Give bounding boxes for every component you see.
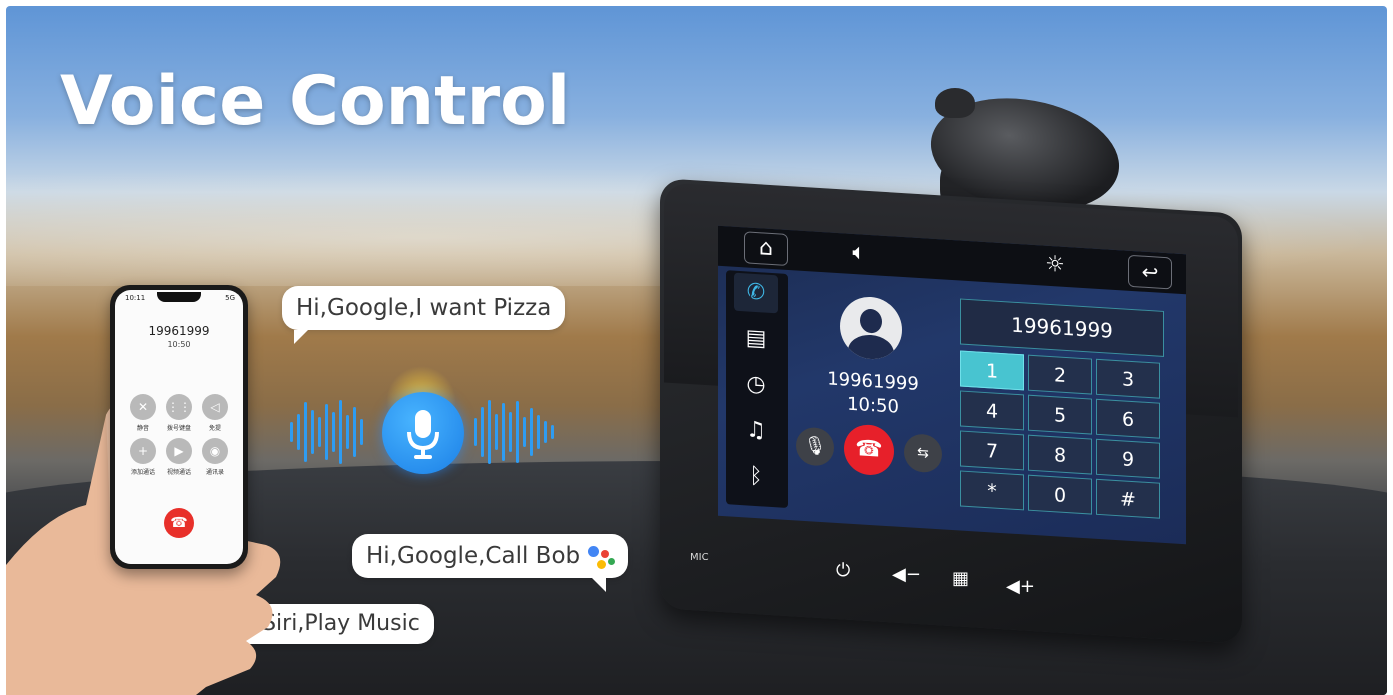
key-3[interactable]: 3 <box>1096 358 1160 399</box>
avatar-body <box>848 333 894 361</box>
sidebar-item-bluetooth[interactable]: ᛒ <box>734 457 778 498</box>
key-9[interactable]: 9 <box>1096 438 1160 479</box>
phone-status-bar: 10:11 5G <box>115 294 243 304</box>
sidebar-item-music[interactable]: ♫ <box>734 411 778 452</box>
phone-keypad-label: 拨号键盘 <box>166 425 191 432</box>
key-1[interactable]: 1 <box>960 350 1024 391</box>
key-8[interactable]: 8 <box>1028 434 1092 475</box>
home-icon: ⌂ <box>759 235 773 262</box>
phone-mute-label: 静音 <box>136 425 149 432</box>
speech-bubble-call-bob: Hi,Google,Call Bob <box>352 534 629 592</box>
smartphone: 10:11 5G 19961999 10:50 ✕ 静音 ⋮⋮ 拨号键盘 ◁ 免… <box>110 285 248 569</box>
volume-down-icon: ◀− <box>892 564 921 585</box>
key-0[interactable]: 0 <box>1028 474 1092 515</box>
volume-up-button[interactable]: ◀+ <box>1006 576 1035 597</box>
dial-keypad: 19961999 1 2 3 4 5 6 7 8 9 * 0 # <box>960 298 1166 519</box>
key-4[interactable]: 4 <box>960 390 1024 431</box>
contacts-book-icon: ▤ <box>745 325 767 352</box>
phone-contacts-button[interactable]: ◉ 通讯录 <box>197 438 233 476</box>
microphone-icon <box>407 410 439 459</box>
call-duration: 10:50 <box>847 393 899 418</box>
speech-text-pizza: Hi,Google,I want Pizza <box>296 295 552 321</box>
power-button[interactable]: ⏻ <box>836 560 850 581</box>
phone-icon: ✆ <box>746 279 766 306</box>
caller-avatar <box>840 295 902 361</box>
phone-end-call-button[interactable]: ☎ <box>164 508 194 538</box>
brightness-button[interactable]: ☼ <box>1034 249 1076 282</box>
keypad-icon: ⋮⋮ <box>166 394 192 420</box>
apps-grid-icon: ▦ <box>952 568 970 589</box>
back-button[interactable]: ↩ <box>1128 254 1172 290</box>
bluetooth-icon: ᛒ <box>749 463 763 490</box>
sidebar-item-contacts[interactable]: ▤ <box>734 319 778 360</box>
brightness-icon: ☼ <box>1045 251 1065 278</box>
switch-audio-button[interactable]: ⇆ <box>904 433 942 474</box>
contacts-icon: ◉ <box>202 438 228 464</box>
phone-speaker-label: 免提 <box>208 425 221 432</box>
key-6[interactable]: 6 <box>1096 398 1160 439</box>
phone-status-time: 10:11 <box>125 294 146 302</box>
sidebar-item-phone[interactable]: ✆ <box>734 272 778 314</box>
caller-number: 19961999 <box>827 368 919 395</box>
phone-keypad-button[interactable]: ⋮⋮ 拨号键盘 <box>161 394 197 432</box>
voice-mic-button <box>382 392 464 474</box>
back-arrow-icon: ↩ <box>1141 259 1159 285</box>
phone-video-call-label: 视频通话 <box>166 469 191 476</box>
end-call-button[interactable]: ☎ <box>844 423 894 477</box>
volume-down-button[interactable]: ◀− <box>892 564 921 585</box>
apps-button[interactable]: ▦ <box>952 568 969 589</box>
mute-mic-button[interactable]: 🎙︎ <box>796 426 834 467</box>
speech-text-call-bob: Hi,Google,Call Bob <box>366 543 581 569</box>
suction-cup-knob <box>935 88 975 118</box>
music-icon: ♫ <box>746 417 766 444</box>
speech-bubble-pizza: Hi,Google,I want Pizza <box>282 286 566 344</box>
key-2[interactable]: 2 <box>1028 354 1092 395</box>
phone-video-call-button[interactable]: ▶ 视频通话 <box>161 438 197 476</box>
sidebar-item-call-history[interactable]: ◷ <box>734 365 778 406</box>
car-display-screen: ⌂ 🔈︎ ☼ ↩ ✆ ▤ ◷ ♫ ᛒ 19961999 10:50 🎙︎ ☎ ⇆… <box>718 225 1186 545</box>
volume-up-icon: ◀+ <box>1006 576 1035 597</box>
phone-caller-number: 19961999 <box>148 324 210 338</box>
keypad-display: 19961999 <box>960 298 1164 357</box>
speaker-icon: ◁ <box>202 394 228 420</box>
google-assistant-icon <box>588 544 616 570</box>
video-call-icon: ▶ <box>166 438 192 464</box>
voice-wave-left <box>290 396 370 468</box>
headline: Voice Control <box>60 62 571 141</box>
home-button[interactable]: ⌂ <box>744 231 788 266</box>
phone-call-screen: 10:11 5G 19961999 10:50 ✕ 静音 ⋮⋮ 拨号键盘 ◁ 免… <box>115 290 243 564</box>
end-call-icon: ☎ <box>170 515 188 531</box>
phone-call-time: 10:50 <box>167 340 191 349</box>
mic-label: MIC <box>690 552 709 563</box>
key-5[interactable]: 5 <box>1028 394 1092 435</box>
screen-sidebar: ✆ ▤ ◷ ♫ ᛒ <box>726 270 788 508</box>
volume-button[interactable]: 🔈︎ <box>838 237 880 270</box>
phone-contacts-label: 通讯录 <box>205 469 224 476</box>
power-icon: ⏻ <box>836 560 851 581</box>
phone-status-signal: 5G <box>225 294 235 302</box>
phone-add-call-button[interactable]: + 添加通话 <box>125 438 161 476</box>
add-call-icon: + <box>130 438 156 464</box>
mute-icon: ✕ <box>130 394 156 420</box>
key-hash[interactable]: # <box>1096 478 1160 519</box>
avatar-head <box>860 308 882 334</box>
phone-mute-button[interactable]: ✕ 静音 <box>125 394 161 432</box>
phone-to-car-icon: ⇆ <box>917 444 929 462</box>
phone-add-call-label: 添加通话 <box>130 469 155 476</box>
key-7[interactable]: 7 <box>960 430 1024 471</box>
end-call-icon: ☎ <box>855 436 883 463</box>
phone-speaker-button[interactable]: ◁ 免提 <box>197 394 233 432</box>
microphone-icon: 🎙︎ <box>803 434 827 458</box>
voice-wave-right <box>474 396 558 468</box>
call-history-icon: ◷ <box>746 371 766 398</box>
speaker-icon: 🔈︎ <box>852 239 866 266</box>
key-star[interactable]: * <box>960 470 1024 511</box>
